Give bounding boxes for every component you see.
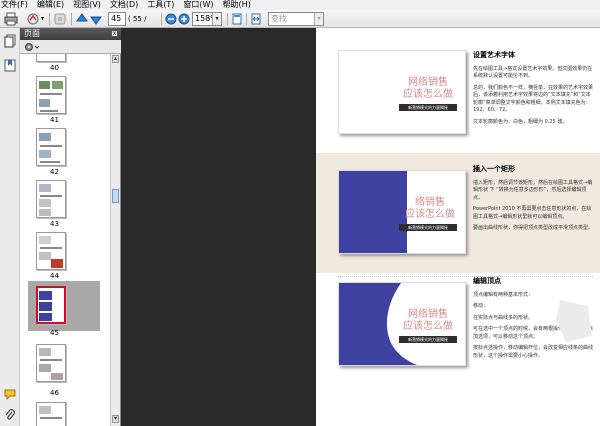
page-thumbnail[interactable]	[36, 128, 66, 166]
previous-page-icon[interactable]	[76, 12, 88, 26]
scroll-up-icon[interactable]: ▴	[112, 55, 119, 63]
toolbar-divider	[49, 13, 50, 25]
thumbnail-label: 46	[50, 389, 59, 397]
thumbnail-label: 40	[50, 64, 59, 72]
paragraph: PowerPoint 2010 不再需要点击任意形状的点，在绘图工具格式→编辑形…	[473, 206, 592, 220]
search-placeholder: 查找	[271, 14, 287, 23]
document-background	[121, 28, 316, 426]
menu-window[interactable]: 窗口(W)	[183, 0, 213, 10]
slide-image: 网络销售 应该怎么做 新营销模式的力量揭秘	[338, 282, 466, 366]
thumbnail-label: 44	[50, 272, 59, 280]
page-thumbnail[interactable]	[36, 402, 66, 426]
toolbar-divider	[246, 13, 247, 25]
page-count: ( 55 / 184 )	[128, 15, 147, 37]
slide-title: 网络销售 应该怎么做	[403, 77, 453, 100]
page-thumbnail[interactable]	[36, 54, 66, 62]
slide-subtitle: 新营销模式的力量揭秘	[399, 104, 457, 111]
page-thumbnail[interactable]	[36, 180, 66, 218]
page-number-input[interactable]: 45	[108, 12, 126, 26]
toolbar-divider	[161, 13, 162, 25]
hand-tool-icon[interactable]	[53, 12, 67, 26]
search-input[interactable]: 查找 ▾	[268, 12, 324, 26]
pages-icon[interactable]	[4, 34, 16, 51]
share-icon[interactable]	[26, 12, 40, 26]
slide-image: 络销售 应该怎么做 新营销模式的力量揭秘	[338, 170, 466, 254]
zoom-select[interactable]: 158% ▾	[192, 12, 222, 26]
document-page: 网络销售 应该怎么做 新营销模式的力量揭秘 设置艺术字体 先在绘图工具→格式设置艺…	[316, 28, 600, 426]
page-thumbnail[interactable]	[36, 344, 66, 382]
panel-toolbar	[20, 40, 121, 54]
slide-subtitle: 新营销模式的力量揭秘	[399, 224, 457, 231]
page-thumbnail-selected[interactable]	[36, 286, 66, 324]
navigation-strip	[0, 28, 20, 426]
blue-rectangle	[339, 171, 407, 253]
slide-title: 络销售 应该怎么做	[405, 197, 455, 220]
section-text: 设置艺术字体 先在绘图工具→格式设置艺术字效果。但文图效果仍在系统默认设置可能伦…	[473, 51, 595, 130]
bookmarks-icon[interactable]	[4, 58, 16, 75]
panel-title: 页面	[24, 29, 40, 38]
zoom-in-icon[interactable]	[178, 12, 190, 26]
thumbnail-scrollbar[interactable]: ▴ ▾	[110, 54, 120, 426]
menu-tools[interactable]: 工具(T)	[147, 0, 174, 10]
thumbnail-label: 45	[50, 329, 59, 337]
thumbnail-label: 43	[50, 220, 59, 228]
paragraph: 插入矩形，然后调节该矩形，然后在绘图工具格式→编辑形状 下 “转换为任意多边形形…	[473, 179, 593, 201]
scroll-down-icon[interactable]: ▾	[112, 415, 119, 423]
page-thumbnail[interactable]	[36, 76, 66, 114]
attachment-icon[interactable]	[4, 409, 16, 424]
comment-icon[interactable]	[4, 388, 16, 403]
scrollbar-thumb[interactable]	[112, 189, 119, 203]
slide-subtitle: 新营销模式的力量揭秘	[399, 336, 457, 343]
paragraph: 总的，我们颜色不一样，横竖单，在效果的艺术字效果后，该添着利用艺术字效果将边的“…	[473, 84, 594, 114]
toolbar: ▾ 45 ( 55 / 184 ) 158%▾ 查找 ▾	[0, 10, 600, 37]
panel-header: 页面 x	[20, 28, 121, 40]
slide-image: 网络销售 应该怎么做 新营销模式的力量揭秘	[338, 50, 466, 134]
next-page-icon[interactable]	[90, 12, 102, 26]
pages-panel: 页面 x 40 41 42 43 44 45 46 ▴ ▾	[20, 28, 121, 426]
fit-page-icon[interactable]	[231, 12, 243, 26]
menu-document[interactable]: 文档(D)	[110, 0, 138, 10]
chevron-down-icon[interactable]: ▾	[212, 13, 221, 25]
section-heading: 设置艺术字体	[473, 51, 515, 59]
fit-width-icon[interactable]	[250, 12, 262, 26]
toolbar-divider	[71, 13, 72, 25]
watermark-graphic	[556, 300, 592, 342]
menu-view[interactable]: 视图(V)	[73, 0, 101, 10]
menu-file[interactable]: 文件(F)	[1, 0, 28, 10]
section-divider	[338, 276, 593, 277]
chevron-down-icon[interactable]: ▾	[314, 13, 323, 25]
close-icon[interactable]: x	[111, 30, 118, 37]
menu-help[interactable]: 帮助(H)	[223, 0, 251, 10]
toolbar-divider	[227, 13, 228, 25]
paragraph: 先在绘图工具→格式设置艺术字效果。但文图效果仍在系统默认设置可能伦不到。	[473, 65, 593, 80]
section-heading: 插入一个矩形	[473, 165, 515, 173]
thumbnail-list: 40 41 42 43 44 45 46	[20, 54, 110, 426]
paragraph: 文本轮廓颜色为：白色，粗细为 0.25 磅。	[473, 118, 568, 125]
thumbnail-label: 42	[50, 168, 59, 176]
paragraph: 要画出曲线形状，你得把顶点类型改成平滑顶点类型。	[473, 225, 594, 231]
thumbnail-label: 41	[50, 116, 59, 124]
page-thumbnail[interactable]	[36, 232, 66, 270]
zoom-out-icon[interactable]	[165, 12, 177, 26]
share-dropdown-icon[interactable]: ▾	[41, 12, 47, 26]
menu-bar: 文件(F) 编辑(E) 视图(V) 文档(D) 工具(T) 窗口(W) 帮助(H…	[0, 0, 600, 10]
print-icon[interactable]	[4, 12, 18, 26]
section-heading: 编辑顶点	[473, 277, 501, 285]
paragraph: 按标点选操作，移动编辑杆位，会改变相应线条的曲线形状，这个操作需要小心操作。	[473, 345, 594, 359]
menu-edit[interactable]: 编辑(E)	[37, 0, 64, 10]
slide-title: 网络销售 应该怎么做	[403, 309, 453, 332]
section-text: 插入一个矩形 插入矩形，然后调节该矩形，然后在绘图工具格式→编辑形状 下 “转换…	[473, 165, 595, 237]
